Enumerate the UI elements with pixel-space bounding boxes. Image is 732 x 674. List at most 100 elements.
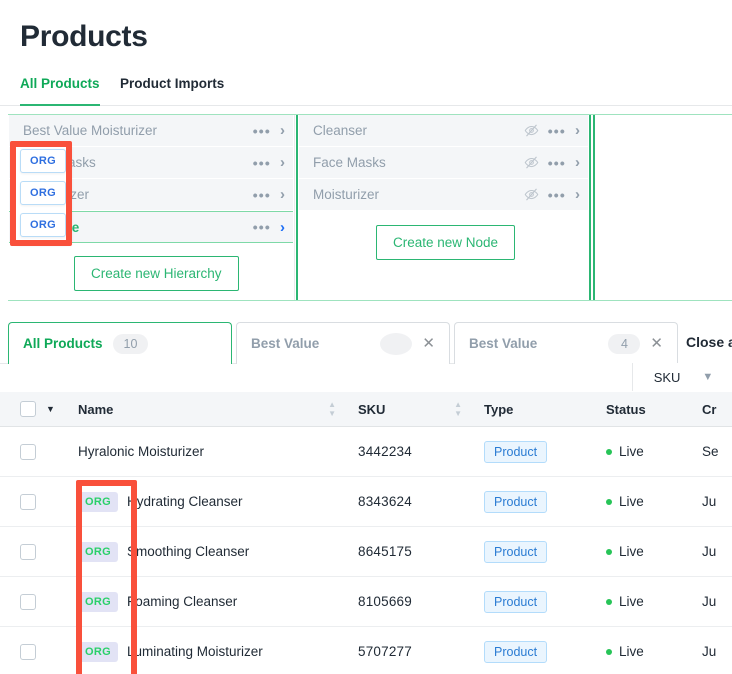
row-created: Ju [702,494,732,509]
chevron-down-icon[interactable]: ▼ [702,371,713,383]
chevron-right-icon[interactable]: › [280,220,285,235]
tab-product-imports[interactable]: Product Imports [120,76,224,106]
org-badge[interactable]: ORG [78,642,118,662]
column-header-name[interactable]: Name ▲▼ [78,401,358,417]
row-created: Se [702,444,732,459]
hierarchy-row-actions: ••• › [253,187,285,202]
column-header-label: Cr [702,402,716,417]
eye-off-icon[interactable] [524,123,539,138]
filter-tab-count: 10 [113,334,149,354]
node-row[interactable]: Moisturizer ••• › [299,179,588,211]
more-options-icon[interactable]: ••• [548,188,566,202]
row-checkbox[interactable] [20,494,36,510]
hierarchy-row[interactable]: Best Value Moisturizer ••• › [9,115,293,147]
eye-off-icon[interactable] [524,155,539,170]
column-header-label: Status [606,402,646,417]
filter-tab-best-value-2[interactable]: Best Value 4 ✕ [454,322,678,364]
chevron-right-icon[interactable]: › [280,187,285,202]
column-header-sku[interactable]: SKU ▲▼ [358,401,484,417]
row-select-cell[interactable] [0,494,78,510]
node-row[interactable]: Face Masks ••• › [299,147,588,179]
org-badge-float[interactable]: ORG [20,149,66,173]
filter-tab-label: Best Value [251,336,319,351]
node-row-actions: ••• › [524,155,580,170]
hierarchy-board: Best Value Moisturizer ••• › Face Masks … [8,114,732,301]
select-all-cell[interactable]: ▼ [0,401,78,417]
type-badge: Product [484,541,547,563]
more-options-icon[interactable]: ••• [253,156,271,170]
more-options-icon[interactable]: ••• [548,156,566,170]
row-sku: 8645175 [358,544,484,559]
close-all-button[interactable]: Close a [686,334,732,350]
row-checkbox[interactable] [20,544,36,560]
close-icon[interactable]: ✕ [422,336,435,351]
eye-off-icon[interactable] [524,187,539,202]
table-row[interactable]: ORG Luminating Moisturizer 5707277 Produ… [0,627,732,674]
chevron-right-icon[interactable]: › [575,187,580,202]
chevron-right-icon[interactable]: › [280,123,285,138]
row-created: Ju [702,594,732,609]
product-name: Smoothing Cleanser [127,544,249,559]
table-row[interactable]: ORG Hydrating Cleanser 8343624 Product L… [0,477,732,527]
sort-icon[interactable]: ▲▼ [328,401,336,417]
row-checkbox[interactable] [20,444,36,460]
chevron-right-icon[interactable]: › [575,123,580,138]
row-checkbox[interactable] [20,594,36,610]
more-options-icon[interactable]: ••• [548,124,566,138]
hierarchy-row-actions: ••• › [253,123,285,138]
select-all-checkbox[interactable] [20,401,36,417]
column-header-created: Cr [702,402,732,417]
status-dot-icon [606,449,612,455]
row-select-cell[interactable] [0,444,78,460]
filter-tab-best-value-1[interactable]: Best Value ✕ [236,322,450,364]
more-options-icon[interactable]: ••• [253,124,271,138]
sku-select[interactable]: SKU ▼ [632,363,732,391]
type-badge: Product [484,591,547,613]
org-badge[interactable]: ORG [78,492,118,512]
status-label: Live [619,494,644,509]
node-row-label: Face Masks [313,155,524,170]
chevron-down-icon[interactable]: ▼ [46,404,55,414]
row-type-cell: Product [484,541,606,563]
node-row[interactable]: Cleanser ••• › [299,115,588,147]
tab-all-products[interactable]: All Products [20,76,100,106]
status-label: Live [619,594,644,609]
more-options-icon[interactable]: ••• [253,188,271,202]
product-name: Hydrating Cleanser [127,494,243,509]
row-select-cell[interactable] [0,594,78,610]
org-badge-float[interactable]: ORG [20,213,66,237]
column-header-label: SKU [358,402,385,417]
row-select-cell[interactable] [0,544,78,560]
org-badge-float[interactable]: ORG [20,181,66,205]
chevron-right-icon[interactable]: › [575,155,580,170]
type-badge: Product [484,641,547,663]
top-tab-bar: All Products Product Imports [0,76,732,106]
status-label: Live [619,644,644,659]
child-column-empty [593,115,732,300]
app-root: Products All Products Product Imports Be… [0,0,732,674]
column-header-status: Status [606,402,702,417]
status-label: Live [619,544,644,559]
more-options-icon[interactable]: ••• [253,220,271,234]
chevron-right-icon[interactable]: › [280,155,285,170]
create-new-hierarchy-button[interactable]: Create new Hierarchy [74,256,239,291]
create-new-node-button[interactable]: Create new Node [376,225,515,260]
org-badge[interactable]: ORG [78,592,118,612]
row-status-cell: Live [606,494,702,509]
org-badge[interactable]: ORG [78,542,118,562]
products-table: ▼ Name ▲▼ SKU ▲▼ Type Status Cr Hy [0,392,732,674]
filter-tab-count-placeholder [380,333,412,355]
row-sku: 8343624 [358,494,484,509]
column-header-label: Type [484,402,513,417]
row-checkbox[interactable] [20,644,36,660]
table-row[interactable]: ORG Smoothing Cleanser 8645175 Product L… [0,527,732,577]
row-type-cell: Product [484,491,606,513]
row-select-cell[interactable] [0,644,78,660]
node-row-actions: ••• › [524,123,580,138]
close-icon[interactable]: ✕ [650,336,663,351]
table-row[interactable]: Hyralonic Moisturizer 3442234 Product Li… [0,427,732,477]
sort-icon[interactable]: ▲▼ [454,401,462,417]
filter-tab-all-products[interactable]: All Products 10 [8,322,232,364]
row-status-cell: Live [606,444,702,459]
table-row[interactable]: ORG Foaming Cleanser 8105669 Product Liv… [0,577,732,627]
